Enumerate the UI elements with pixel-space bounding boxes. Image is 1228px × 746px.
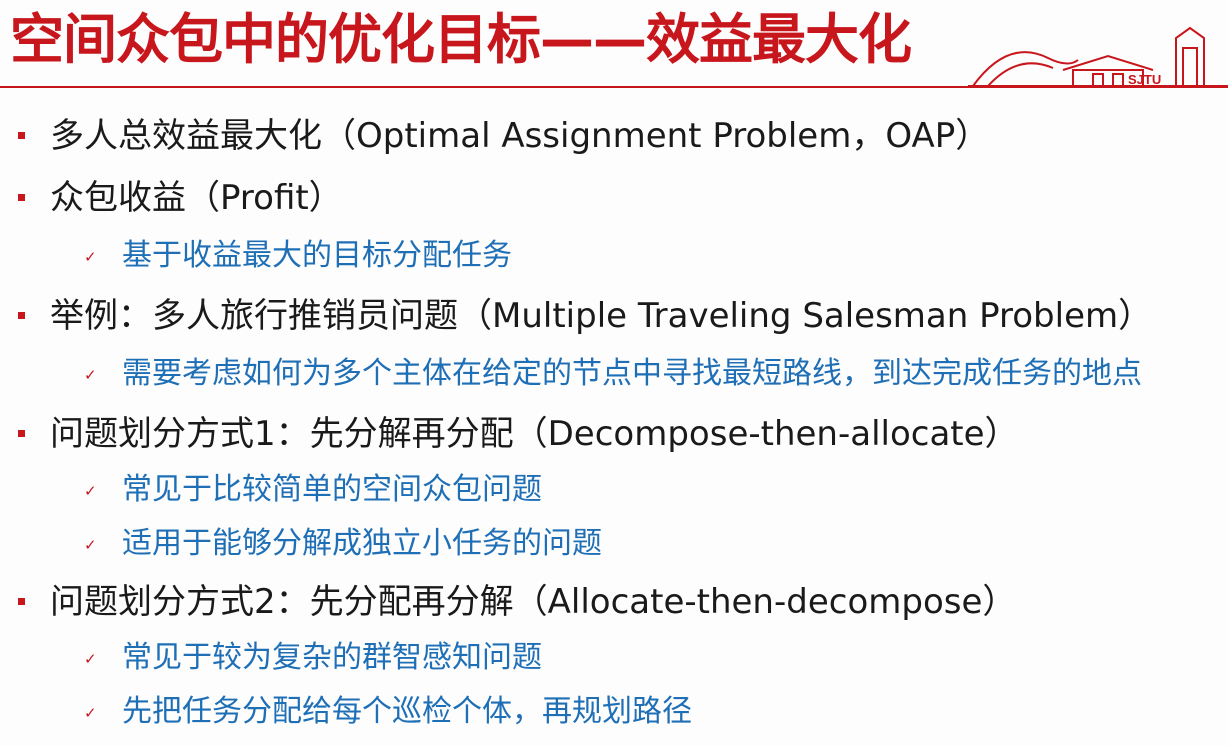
bullet-marker — [18, 194, 25, 201]
bullet-marker — [18, 312, 25, 319]
slide: 空间众包中的优化目标——效益最大化 SJTU 多人总效益最大化（Optimal — [0, 0, 1228, 746]
bullet-text: 问题划分方式1：先分解再分配（Decompose-then-allocate） — [50, 414, 1019, 454]
check-icon: ✓ — [84, 536, 97, 554]
check-icon: ✓ — [84, 248, 97, 266]
check-icon: ✓ — [84, 482, 97, 500]
sub-bullet-text: 基于收益最大的目标分配任务 — [122, 238, 512, 273]
bullet-marker — [18, 598, 25, 605]
bullet-text: 多人总效益最大化（Optimal Assignment Problem，OAP） — [50, 116, 990, 156]
bullet-text: 众包收益（Profit） — [50, 178, 343, 218]
check-icon: ✓ — [84, 650, 97, 668]
sub-bullet-text: 常见于比较简单的空间众包问题 — [122, 472, 542, 507]
bullet-text: 举例：多人旅行推销员问题（Multiple Traveling Salesman… — [50, 296, 1153, 336]
bullet-marker — [18, 132, 25, 139]
sub-bullet-text: 适用于能够分解成独立小任务的问题 — [122, 526, 602, 561]
sub-bullet-text: 先把任务分配给每个巡检个体，再规划路径 — [122, 694, 692, 729]
check-icon: ✓ — [84, 366, 97, 384]
check-icon: ✓ — [84, 704, 97, 722]
sub-bullet-text: 需要考虑如何为多个主体在给定的节点中寻找最短路线，到达完成任务的地点 — [122, 356, 1142, 391]
bullet-list: 多人总效益最大化（Optimal Assignment Problem，OAP）… — [0, 0, 1228, 746]
sub-bullet-text: 常见于较为复杂的群智感知问题 — [122, 640, 542, 675]
bullet-text: 问题划分方式2：先分配再分解（Allocate-then-decompose） — [50, 582, 1017, 622]
bullet-marker — [18, 430, 25, 437]
